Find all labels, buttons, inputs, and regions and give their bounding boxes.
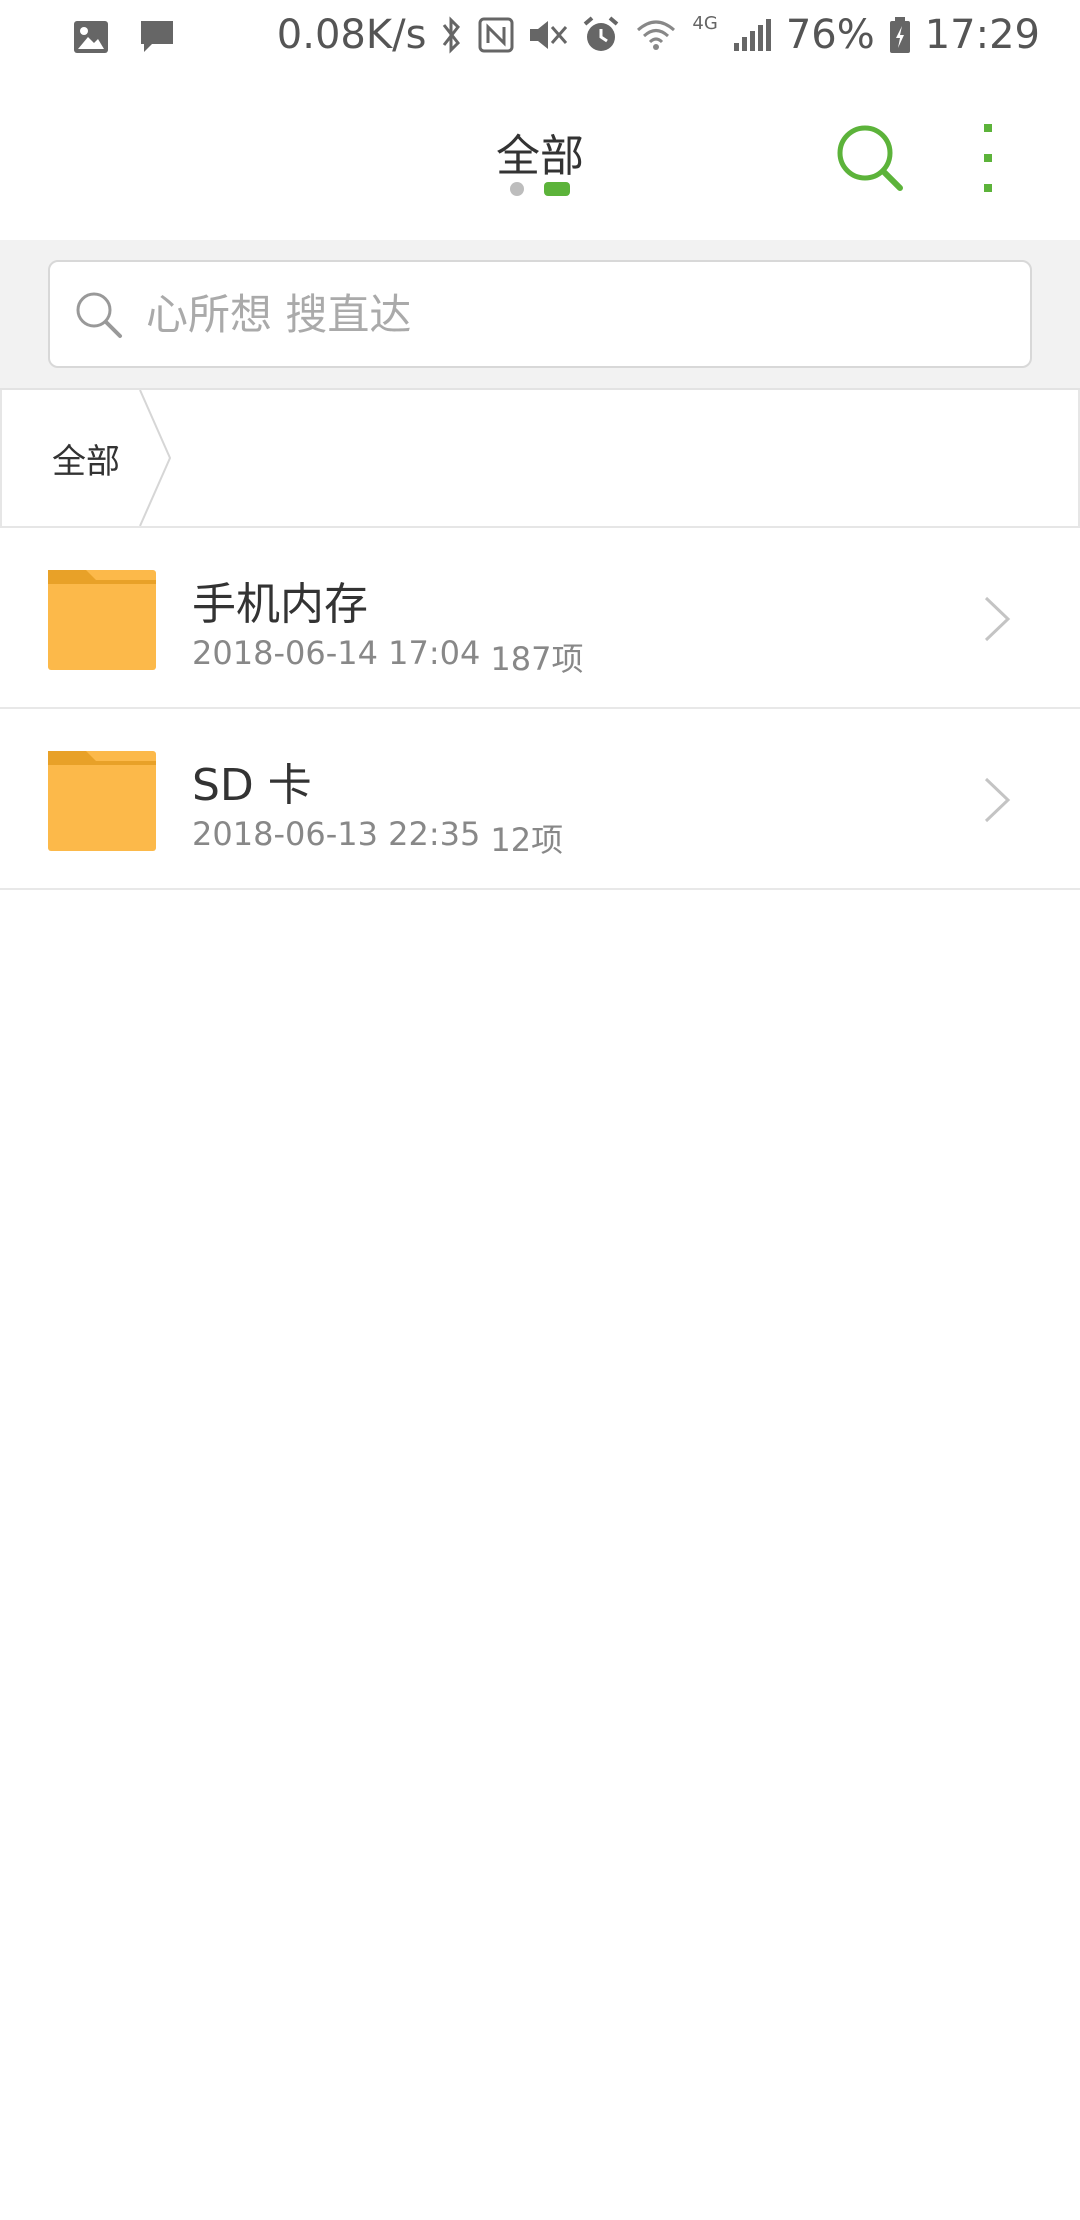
search-input[interactable] [146,276,1006,352]
file-meta: 2018-06-13 22:35 12项 [192,815,563,861]
folder-icon [48,751,156,851]
list-item-phone-storage[interactable]: 手机内存 2018-06-14 17:04 187项 [0,528,1080,709]
net-speed: 0.08K/s [276,12,427,58]
breadcrumb: 全部 [0,390,1080,528]
battery-percent: 76% [785,12,875,58]
message-icon [141,21,173,52]
page-indicator[interactable] [0,180,1080,196]
search-icon [76,292,122,338]
app-bar: 全部 [0,72,1080,240]
network-type: 4G [692,12,718,34]
folder-icon [48,570,156,670]
clock: 17:29 [924,12,1040,58]
breadcrumb-item-all[interactable]: 全部 [2,390,182,526]
gallery-icon [74,21,108,53]
file-list: 手机内存 2018-06-14 17:04 187项 SD 卡 2018-06-… [0,528,1080,890]
signal-icon [733,19,771,51]
wifi-icon [637,20,676,50]
list-item-sd-card[interactable]: SD 卡 2018-06-13 22:35 12项 [0,709,1080,890]
page-dot-1[interactable] [510,182,524,196]
page-dot-2-active[interactable] [544,182,570,196]
file-date: 2018-06-14 17:04 [192,634,481,672]
status-bar-system: 0.08K/s 4G 76% 17:29 [277,12,1040,58]
file-count: 187项 [490,640,584,678]
bluetooth-icon [443,16,461,54]
file-meta: 2018-06-14 17:04 187项 [192,634,583,680]
alarm-icon [584,16,619,51]
search-box[interactable] [48,260,1032,368]
search-bar-container [0,240,1080,390]
nfc-icon [478,17,514,53]
status-bar-notifications [72,18,176,56]
file-count: 12项 [490,821,564,859]
search-icon[interactable] [834,122,908,196]
page-title: 全部 [496,131,584,182]
file-name: SD 卡 [192,760,312,811]
status-bar: 0.08K/s 4G 76% 17:29 [0,0,1080,72]
file-name: 手机内存 [192,579,368,630]
breadcrumb-label: 全部 [52,442,120,482]
mute-icon [530,21,568,49]
chevron-right-icon [984,596,1011,642]
breadcrumb-separator-icon [139,390,172,526]
more-options-icon[interactable] [968,120,1008,200]
file-date: 2018-06-13 22:35 [192,815,481,853]
chevron-right-icon [984,777,1011,823]
battery-icon [889,17,910,53]
